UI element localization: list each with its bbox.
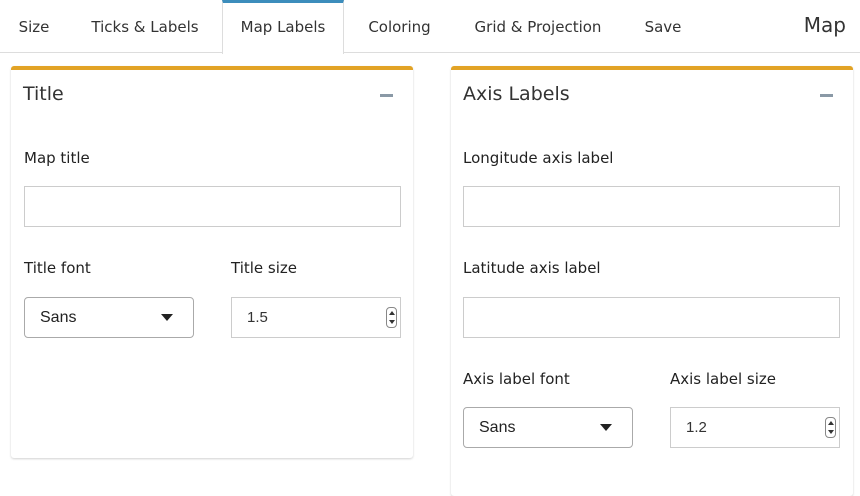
spinner-icon[interactable] — [825, 417, 836, 438]
tab-map-labels[interactable]: Map Labels — [222, 0, 344, 54]
axis-label-font-label: Axis label font — [463, 370, 570, 388]
axis-label-size-input[interactable]: 1.2 — [670, 407, 840, 448]
latitude-axis-input[interactable] — [463, 297, 840, 338]
minus-icon[interactable] — [820, 94, 833, 97]
tab-size[interactable]: Size — [0, 0, 68, 53]
minus-icon[interactable] — [380, 94, 393, 97]
latitude-axis-label: Latitude axis label — [463, 259, 601, 277]
box-title: Title — [23, 83, 64, 105]
tab-ticks-labels[interactable]: Ticks & Labels — [76, 0, 214, 53]
longitude-axis-label: Longitude axis label — [463, 149, 614, 167]
caret-down-icon — [161, 314, 173, 321]
title-size-value: 1.5 — [247, 309, 268, 326]
title-size-label: Title size — [231, 259, 297, 277]
box-title: Axis Labels — [463, 83, 570, 105]
axis-label-font-value: Sans — [479, 418, 516, 436]
map-title-input[interactable] — [24, 186, 401, 227]
axis-labels-box: Axis Labels Longitude axis label Latitud… — [451, 66, 853, 496]
tab-save[interactable]: Save — [628, 0, 698, 53]
axis-label-font-select[interactable]: Sans — [463, 407, 633, 448]
tab-bar: Size Ticks & Labels Map Labels Coloring … — [0, 0, 860, 54]
title-size-input[interactable]: 1.5 — [231, 297, 401, 338]
tab-grid-projection[interactable]: Grid & Projection — [456, 0, 620, 53]
title-box: Title Map title Title font Sans Title si… — [11, 66, 413, 458]
title-font-select[interactable]: Sans — [24, 297, 194, 338]
caret-down-icon — [600, 424, 612, 431]
axis-label-size-value: 1.2 — [686, 419, 707, 436]
tab-coloring[interactable]: Coloring — [352, 0, 447, 53]
page-title: Map — [803, 13, 846, 37]
title-font-value: Sans — [40, 308, 77, 326]
longitude-axis-input[interactable] — [463, 186, 840, 227]
axis-label-size-label: Axis label size — [670, 370, 777, 388]
title-font-label: Title font — [24, 259, 91, 277]
spinner-icon[interactable] — [386, 307, 397, 328]
map-title-label: Map title — [24, 149, 90, 167]
